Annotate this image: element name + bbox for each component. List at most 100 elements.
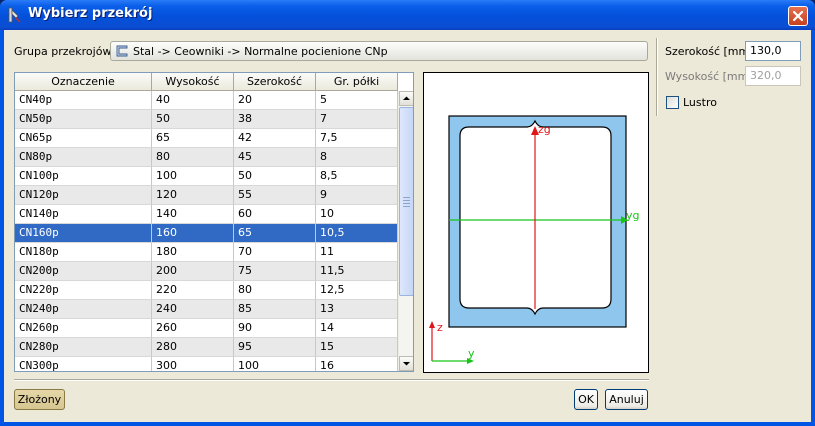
group-selector[interactable]: Stal -> Ceowniki -> Normalne pocienione …: [110, 41, 648, 61]
table-row[interactable]: CN280p 280 95 15: [15, 338, 398, 357]
window-title: Wybierz przekrój: [28, 6, 153, 21]
table-header: Oznaczenie Wysokość Szerokość Gr. półki: [15, 73, 398, 91]
cancel-button[interactable]: Anuluj: [605, 389, 648, 410]
scroll-up-button[interactable]: [399, 91, 413, 106]
table-row[interactable]: CN240p 240 85 13: [15, 300, 398, 319]
cell-width: 50: [234, 167, 316, 186]
dialog-window: Wybierz przekrój Grupa przekrojów Stal -…: [0, 0, 815, 426]
cell-designation: CN40p: [15, 91, 152, 110]
width-label: Szerokość [mm]: [665, 45, 754, 58]
section-drawing: zg yg z y: [429, 115, 640, 364]
arrow-up-icon: [403, 96, 410, 100]
cell-width: 70: [234, 243, 316, 262]
cell-flange: 14: [316, 319, 398, 338]
y-label: y: [468, 347, 475, 360]
cell-width: 45: [234, 148, 316, 167]
height-label: Wysokość [mm]: [665, 70, 753, 83]
cell-width: 20: [234, 91, 316, 110]
cell-height: 280: [152, 338, 234, 357]
channel-section-icon: [116, 45, 128, 57]
vertical-divider: [656, 38, 658, 116]
cell-width: 75: [234, 262, 316, 281]
cell-width: 100: [234, 357, 316, 371]
scroll-thumb[interactable]: [399, 107, 413, 296]
cell-designation: CN50p: [15, 110, 152, 129]
cell-height: 140: [152, 205, 234, 224]
sections-table: Oznaczenie Wysokość Szerokość Gr. półki …: [14, 72, 414, 372]
cell-width: 80: [234, 281, 316, 300]
cell-flange: 16: [316, 357, 398, 371]
col-header-height[interactable]: Wysokość: [152, 73, 234, 91]
table-row[interactable]: CN120p 120 55 9: [15, 186, 398, 205]
width-input[interactable]: 130,0: [745, 41, 801, 61]
col-header-width[interactable]: Szerokość: [234, 73, 316, 91]
cell-height: 300: [152, 357, 234, 371]
cell-height: 50: [152, 110, 234, 129]
table-scrollbar[interactable]: [398, 91, 413, 371]
cell-width: 85: [234, 300, 316, 319]
table-row[interactable]: CN260p 260 90 14: [15, 319, 398, 338]
table-row[interactable]: CN180p 180 70 11: [15, 243, 398, 262]
cell-designation: CN200p: [15, 262, 152, 281]
mirror-checkbox[interactable]: [666, 96, 679, 109]
table-row[interactable]: CN65p 65 42 7,5: [15, 129, 398, 148]
col-header-flange[interactable]: Gr. półki: [316, 73, 398, 91]
cell-height: 180: [152, 243, 234, 262]
cell-width: 65: [234, 224, 316, 243]
z-label: z: [437, 321, 443, 334]
close-button[interactable]: [788, 6, 808, 26]
table-row[interactable]: CN140p 140 60 10: [15, 205, 398, 224]
cell-height: 100: [152, 167, 234, 186]
compound-toggle-button[interactable]: Złożony: [14, 389, 65, 410]
cell-height: 65: [152, 129, 234, 148]
table-row[interactable]: CN220p 220 80 12,5: [15, 281, 398, 300]
group-label: Grupa przekrojów: [14, 45, 112, 58]
cell-width: 60: [234, 205, 316, 224]
mirror-label[interactable]: Lustro: [683, 96, 717, 109]
table-row[interactable]: CN100p 100 50 8,5: [15, 167, 398, 186]
height-input[interactable]: 320,0: [745, 66, 801, 86]
table-row[interactable]: CN300p 300 100 16: [15, 357, 398, 371]
cell-flange: 15: [316, 338, 398, 357]
cell-width: 38: [234, 110, 316, 129]
cell-flange: 8: [316, 148, 398, 167]
table-row-selected[interactable]: CN160p 160 65 10,5: [15, 224, 398, 243]
cell-flange: 8,5: [316, 167, 398, 186]
close-icon: [792, 10, 804, 22]
scroll-down-button[interactable]: [399, 356, 413, 371]
z-arrow-icon: [429, 321, 435, 328]
title-bar[interactable]: Wybierz przekrój: [0, 0, 815, 30]
section-preview: zg yg z y: [423, 72, 649, 373]
cell-width: 95: [234, 338, 316, 357]
yg-label: yg: [626, 209, 640, 222]
col-header-designation[interactable]: Oznaczenie: [15, 73, 152, 91]
cell-flange: 7: [316, 110, 398, 129]
grip-icon: [403, 197, 410, 209]
cell-designation: CN100p: [15, 167, 152, 186]
cell-designation: CN240p: [15, 300, 152, 319]
cell-flange: 11: [316, 243, 398, 262]
cell-height: 220: [152, 281, 234, 300]
cell-flange: 13: [316, 300, 398, 319]
cell-flange: 12,5: [316, 281, 398, 300]
table-row[interactable]: CN200p 200 75 11,5: [15, 262, 398, 281]
table-row[interactable]: CN80p 80 45 8: [15, 148, 398, 167]
table-body: CN40p 40 20 5 CN50p 50 38 7 CN65p 65 42 7,5 CN80p…: [15, 91, 398, 371]
cell-designation: CN300p: [15, 357, 152, 371]
cell-flange: 7,5: [316, 129, 398, 148]
cell-height: 80: [152, 148, 234, 167]
cell-height: 260: [152, 319, 234, 338]
cell-designation: CN80p: [15, 148, 152, 167]
ok-button[interactable]: OK: [574, 389, 598, 410]
cell-designation: CN120p: [15, 186, 152, 205]
cell-height: 200: [152, 262, 234, 281]
zg-label: zg: [538, 123, 551, 136]
cell-flange: 11,5: [316, 262, 398, 281]
cell-flange: 10: [316, 205, 398, 224]
cell-flange: 9: [316, 186, 398, 205]
horizontal-divider: [14, 379, 649, 381]
table-row[interactable]: CN40p 40 20 5: [15, 91, 398, 110]
cell-width: 42: [234, 129, 316, 148]
table-row[interactable]: CN50p 50 38 7: [15, 110, 398, 129]
group-path: Stal -> Ceowniki -> Normalne pocienione …: [133, 45, 388, 58]
